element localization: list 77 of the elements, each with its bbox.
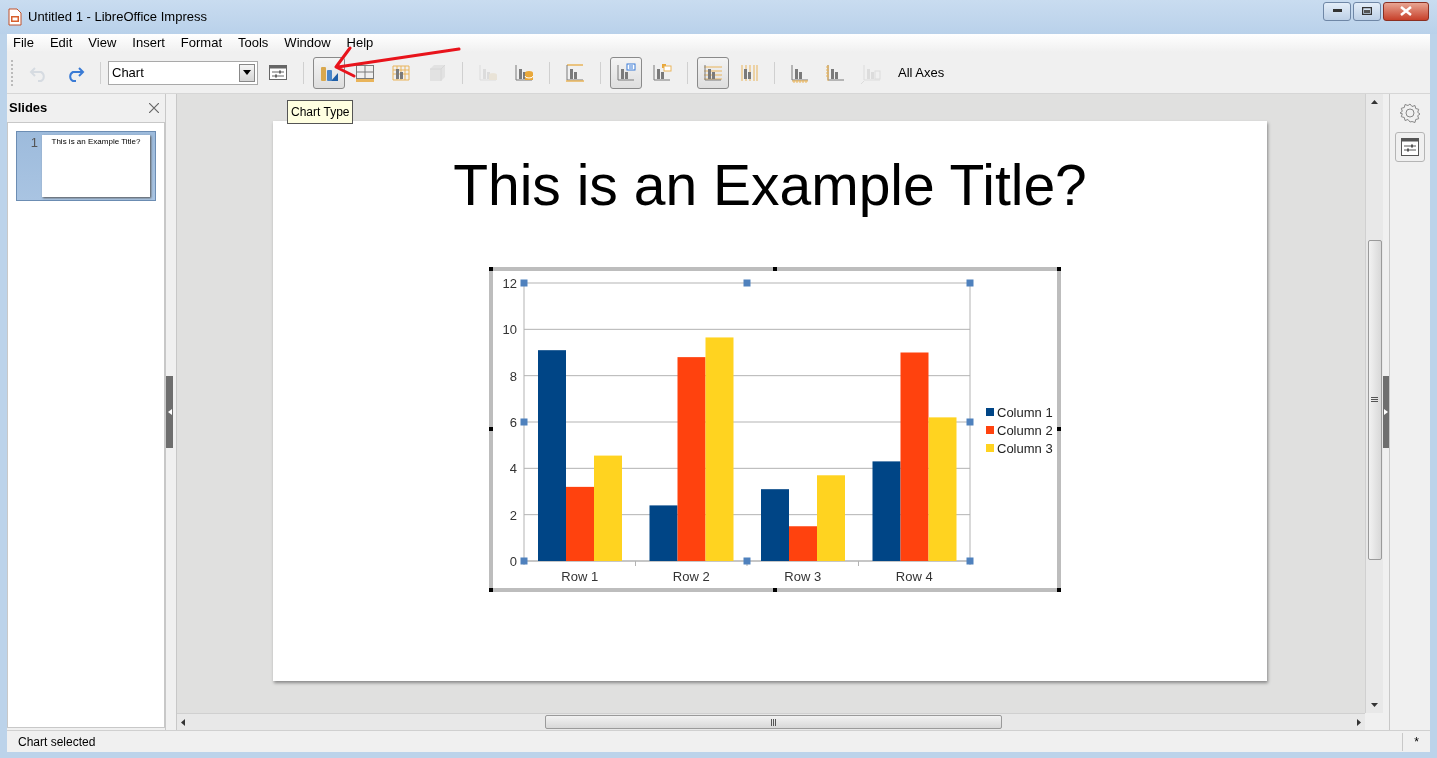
axis-tick-label: 2	[509, 507, 517, 523]
toolbar-button[interactable]	[697, 56, 729, 89]
modified-indicator: *	[1402, 732, 1430, 751]
slide-title: This is an Example Title?	[51, 138, 141, 148]
scrollbar-thumb[interactable]	[1367, 240, 1382, 560]
axis-tick-label: 0	[509, 554, 517, 569]
menu-item[interactable]: Insert	[132, 33, 165, 53]
selection-handle[interactable]	[489, 588, 493, 592]
selection-handle[interactable]	[773, 267, 777, 271]
selection-handle[interactable]	[966, 418, 974, 426]
selection-handle[interactable]	[520, 418, 528, 426]
toolbar-button[interactable]	[610, 56, 642, 89]
legend-label: Column 2	[997, 423, 1053, 438]
tooltip: Chart Type	[287, 100, 354, 124]
axis-tick-label: 4	[509, 461, 517, 477]
slide-number: 1	[29, 135, 38, 152]
menu-item[interactable]: Format	[180, 33, 222, 53]
collapse-handle[interactable]	[166, 376, 173, 448]
grip-icon	[1371, 397, 1378, 403]
grip-icon	[770, 718, 777, 726]
selection-handle[interactable]	[489, 267, 493, 271]
category-label: Row 1	[561, 569, 599, 584]
legend-label: Column 1	[997, 405, 1053, 420]
category-label: Row 4	[895, 569, 933, 584]
scroll-up-icon	[1371, 100, 1378, 104]
menu-item[interactable]: File	[13, 33, 34, 53]
category-label: Row 2	[672, 569, 710, 584]
selection-handle[interactable]	[743, 557, 751, 565]
axis-tick-label: 6	[509, 415, 517, 430]
element-dropdown[interactable]: Chart	[108, 60, 258, 85]
axis-tick-label: 12	[502, 276, 517, 291]
bar-chart[interactable]: 0 2 4 6 8 10 12 Row 1 Row 2 Row 3 Row 4 Column 1 Column 2 Column 3	[489, 267, 1061, 592]
scroll-down-icon	[1371, 703, 1378, 707]
scrollbar-thumb[interactable]	[545, 715, 1002, 729]
selection-handle[interactable]	[520, 557, 528, 565]
window-title: Untitled 1 - LibreOffice Impress	[28, 8, 207, 27]
selection-handle[interactable]	[1057, 267, 1061, 271]
selection-handle[interactable]	[489, 427, 493, 431]
selection-handle[interactable]	[1057, 427, 1061, 431]
selection-handle[interactable]	[1057, 588, 1061, 592]
settings-icon[interactable]	[1399, 102, 1421, 124]
app-icon	[8, 8, 22, 26]
axis-tick-label: 10	[502, 322, 517, 338]
slide-thumbnail-item[interactable]: 1 This is an Example Title?	[16, 131, 156, 201]
scroll-left-icon	[181, 718, 185, 726]
axis-tick-label: 8	[509, 368, 517, 384]
caret-icon	[167, 409, 172, 415]
menu-item[interactable]: Window	[284, 33, 331, 53]
restore-icon	[1362, 7, 1372, 15]
menu-item[interactable]: Help	[346, 33, 374, 53]
close-icon	[1400, 6, 1412, 16]
panel-title: Slides	[9, 99, 49, 118]
minimize-icon	[1332, 9, 1342, 13]
toolbar-button[interactable]: All Axes	[898, 62, 945, 83]
minimize-button[interactable]	[1323, 1, 1351, 21]
vertical-scrollbar[interactable]	[1365, 94, 1383, 713]
menu-item[interactable]: Edit	[49, 33, 73, 53]
toolbar-button[interactable]	[313, 56, 345, 89]
selection-handle[interactable]	[773, 588, 777, 592]
selection-handle[interactable]	[743, 279, 751, 287]
selection-handle[interactable]	[520, 279, 528, 287]
horizontal-scrollbar[interactable]	[177, 713, 1365, 730]
selection-handle[interactable]	[966, 557, 974, 565]
collapse-handle[interactable]	[1383, 376, 1389, 448]
scroll-right-icon	[1357, 718, 1361, 726]
close-icon[interactable]	[149, 103, 159, 113]
selection-handle[interactable]	[966, 279, 974, 287]
menu-item[interactable]: Tools	[238, 33, 269, 53]
restore-button[interactable]	[1353, 1, 1381, 21]
category-label: Row 3	[784, 569, 822, 584]
legend-label: Column 3	[997, 441, 1053, 456]
dropdown-arrow-icon	[243, 70, 251, 75]
menu-item[interactable]: View	[88, 33, 117, 53]
status-text: Chart selected	[17, 733, 97, 751]
close-button[interactable]	[1383, 1, 1429, 21]
properties-icon	[1400, 137, 1420, 157]
properties-button[interactable]	[1395, 132, 1425, 162]
